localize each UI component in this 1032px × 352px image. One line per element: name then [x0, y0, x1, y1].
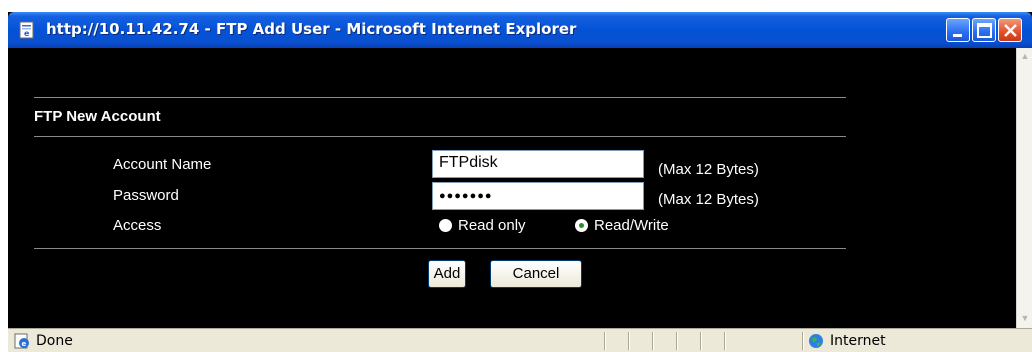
- section-title: FTP New Account: [34, 108, 161, 125]
- ie-done-icon: e: [14, 333, 30, 349]
- status-bar: e Done Internet: [8, 328, 1032, 352]
- status-separator: [700, 332, 702, 350]
- account-name-hint: (Max 12 Bytes): [658, 161, 759, 178]
- status-separator: [676, 332, 678, 350]
- divider-bottom: [34, 248, 846, 249]
- ie-page-icon: e: [18, 21, 36, 39]
- security-zone-label: Internet: [830, 333, 886, 349]
- maximize-icon: [977, 23, 992, 38]
- status-separator: [604, 332, 606, 350]
- password-input[interactable]: ●●●●●●●: [432, 182, 644, 210]
- add-button[interactable]: Add: [428, 260, 466, 288]
- scroll-down-icon[interactable]: ▼: [1019, 312, 1031, 324]
- status-text: Done: [36, 333, 73, 349]
- password-hint: (Max 12 Bytes): [658, 191, 759, 208]
- internet-globe-icon: [808, 333, 824, 349]
- read-only-label[interactable]: Read only: [458, 217, 526, 234]
- password-label: Password: [113, 187, 179, 204]
- account-name-label: Account Name: [113, 156, 212, 173]
- maximize-button[interactable]: [972, 18, 996, 42]
- account-name-input[interactable]: FTPdisk: [432, 150, 644, 178]
- access-label: Access: [113, 217, 162, 234]
- divider-header: [34, 136, 846, 137]
- status-separator: [628, 332, 630, 350]
- title-bar[interactable]: e http://10.11.42.74 - FTP Add User - Mi…: [8, 12, 1032, 48]
- svg-text:e: e: [22, 340, 27, 348]
- close-button[interactable]: [998, 18, 1022, 42]
- status-separator: [652, 332, 654, 350]
- close-icon: [1004, 24, 1017, 37]
- divider-top: [34, 97, 846, 98]
- window-title: http://10.11.42.74 - FTP Add User - Micr…: [46, 20, 577, 38]
- minimize-icon: [953, 34, 962, 37]
- read-only-radio[interactable]: [439, 219, 452, 232]
- vertical-scrollbar[interactable]: ▲ ▼: [1016, 48, 1032, 328]
- cancel-button[interactable]: Cancel: [490, 260, 582, 288]
- minimize-button[interactable]: [946, 18, 970, 42]
- browser-window: e http://10.11.42.74 - FTP Add User - Mi…: [8, 12, 1032, 352]
- page-content: FTP New Account Account Name FTPdisk (Ma…: [8, 48, 1016, 328]
- scroll-up-icon[interactable]: ▲: [1019, 50, 1031, 62]
- status-separator: [802, 332, 804, 350]
- read-write-radio[interactable]: [575, 219, 588, 232]
- status-separator: [724, 332, 726, 350]
- svg-text:e: e: [24, 29, 30, 38]
- read-write-label[interactable]: Read/Write: [594, 217, 669, 234]
